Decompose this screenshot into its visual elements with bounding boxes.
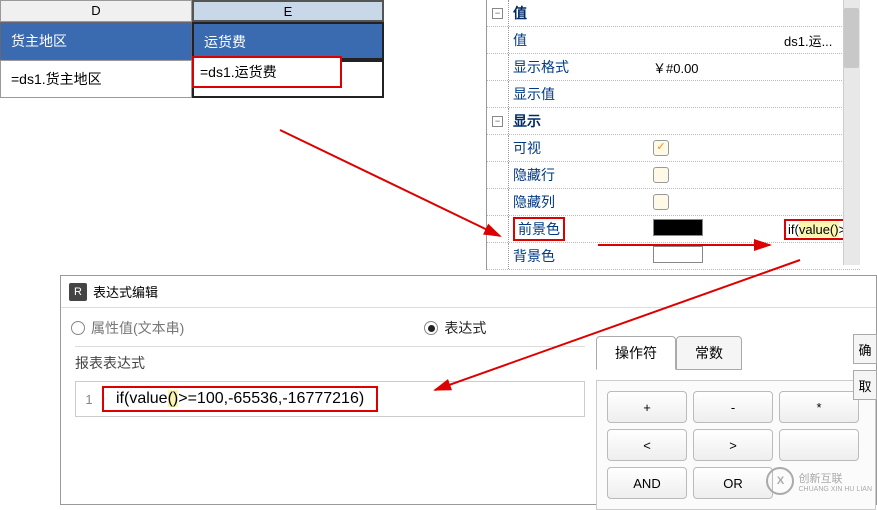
prop-bgcolor-label: 背景色 — [509, 246, 649, 266]
visible-checkbox[interactable] — [653, 140, 669, 156]
table-header-region[interactable]: 货主地区 — [0, 22, 192, 60]
dialog-icon: R — [69, 283, 87, 301]
prop-hidecol-label: 隐藏列 — [509, 192, 649, 212]
expression-editor-dialog: R 表达式编辑 属性值(文本串) 表达式 报表表达式 1 if(value()>… — [60, 275, 877, 505]
prop-hiderow-label: 隐藏行 — [509, 165, 649, 185]
tree-collapse-icon[interactable]: − — [492, 116, 503, 127]
watermark: X 创新互联 CHUANG XIN HU LIAN — [766, 467, 872, 495]
tree-collapse-icon[interactable]: − — [492, 8, 503, 19]
scrollbar[interactable] — [843, 0, 860, 265]
radio-literal[interactable]: 属性值(文本串) — [71, 318, 184, 338]
property-panel: − 值 值 ds1.运... 显示格式 ￥#0.00 显示值 − 显示 可视 隐… — [486, 0, 860, 270]
prop-dispval-label: 显示值 — [509, 84, 649, 104]
prop-format-value[interactable]: ￥#0.00 — [649, 56, 780, 79]
btn-minus[interactable]: - — [693, 391, 773, 423]
prop-visible-label: 可视 — [509, 138, 649, 158]
cell-region-formula[interactable]: =ds1.货主地区 — [0, 60, 192, 98]
expression-code[interactable]: if(value()>=100,-65536,-16777216) — [110, 388, 370, 409]
btn-lt[interactable]: < — [607, 429, 687, 461]
fgcolor-swatch[interactable] — [653, 219, 703, 236]
btn-star[interactable]: * — [779, 391, 859, 423]
take-button[interactable]: 取 — [853, 370, 877, 400]
dialog-title: 表达式编辑 — [93, 282, 158, 301]
hidecol-checkbox[interactable] — [653, 194, 669, 210]
prop-value-label: 值 — [509, 30, 649, 50]
btn-plus[interactable]: + — [607, 391, 687, 423]
fgcolor-expression[interactable]: if(value()> — [784, 219, 850, 240]
radio-expression[interactable]: 表达式 — [424, 318, 486, 338]
col-header-d[interactable]: D — [0, 0, 192, 22]
ok-button[interactable]: 确 — [853, 334, 877, 364]
tab-operators[interactable]: 操作符 — [596, 336, 676, 370]
cell-freight-formula[interactable]: =ds1.运货费 — [192, 60, 384, 98]
btn-and[interactable]: AND — [607, 467, 687, 499]
table-header-freight[interactable]: 运货费 — [192, 22, 384, 60]
prop-group-display: 显示 — [509, 111, 649, 131]
prop-group-value: 值 — [509, 3, 649, 23]
cell-freight-highlight: =ds1.运货费 — [192, 56, 342, 88]
btn-gt[interactable]: > — [693, 429, 773, 461]
hiderow-checkbox[interactable] — [653, 167, 669, 183]
bgcolor-swatch[interactable] — [653, 246, 703, 263]
prop-fgcolor-label: 前景色 — [509, 217, 649, 241]
prop-format-label: 显示格式 — [509, 57, 649, 77]
btn-blank[interactable] — [779, 429, 859, 461]
expr-section-label: 报表表达式 — [75, 353, 585, 373]
col-header-e[interactable]: E — [192, 0, 384, 22]
line-number: 1 — [76, 392, 102, 407]
btn-or[interactable]: OR — [693, 467, 773, 499]
tab-constants[interactable]: 常数 — [676, 336, 742, 370]
